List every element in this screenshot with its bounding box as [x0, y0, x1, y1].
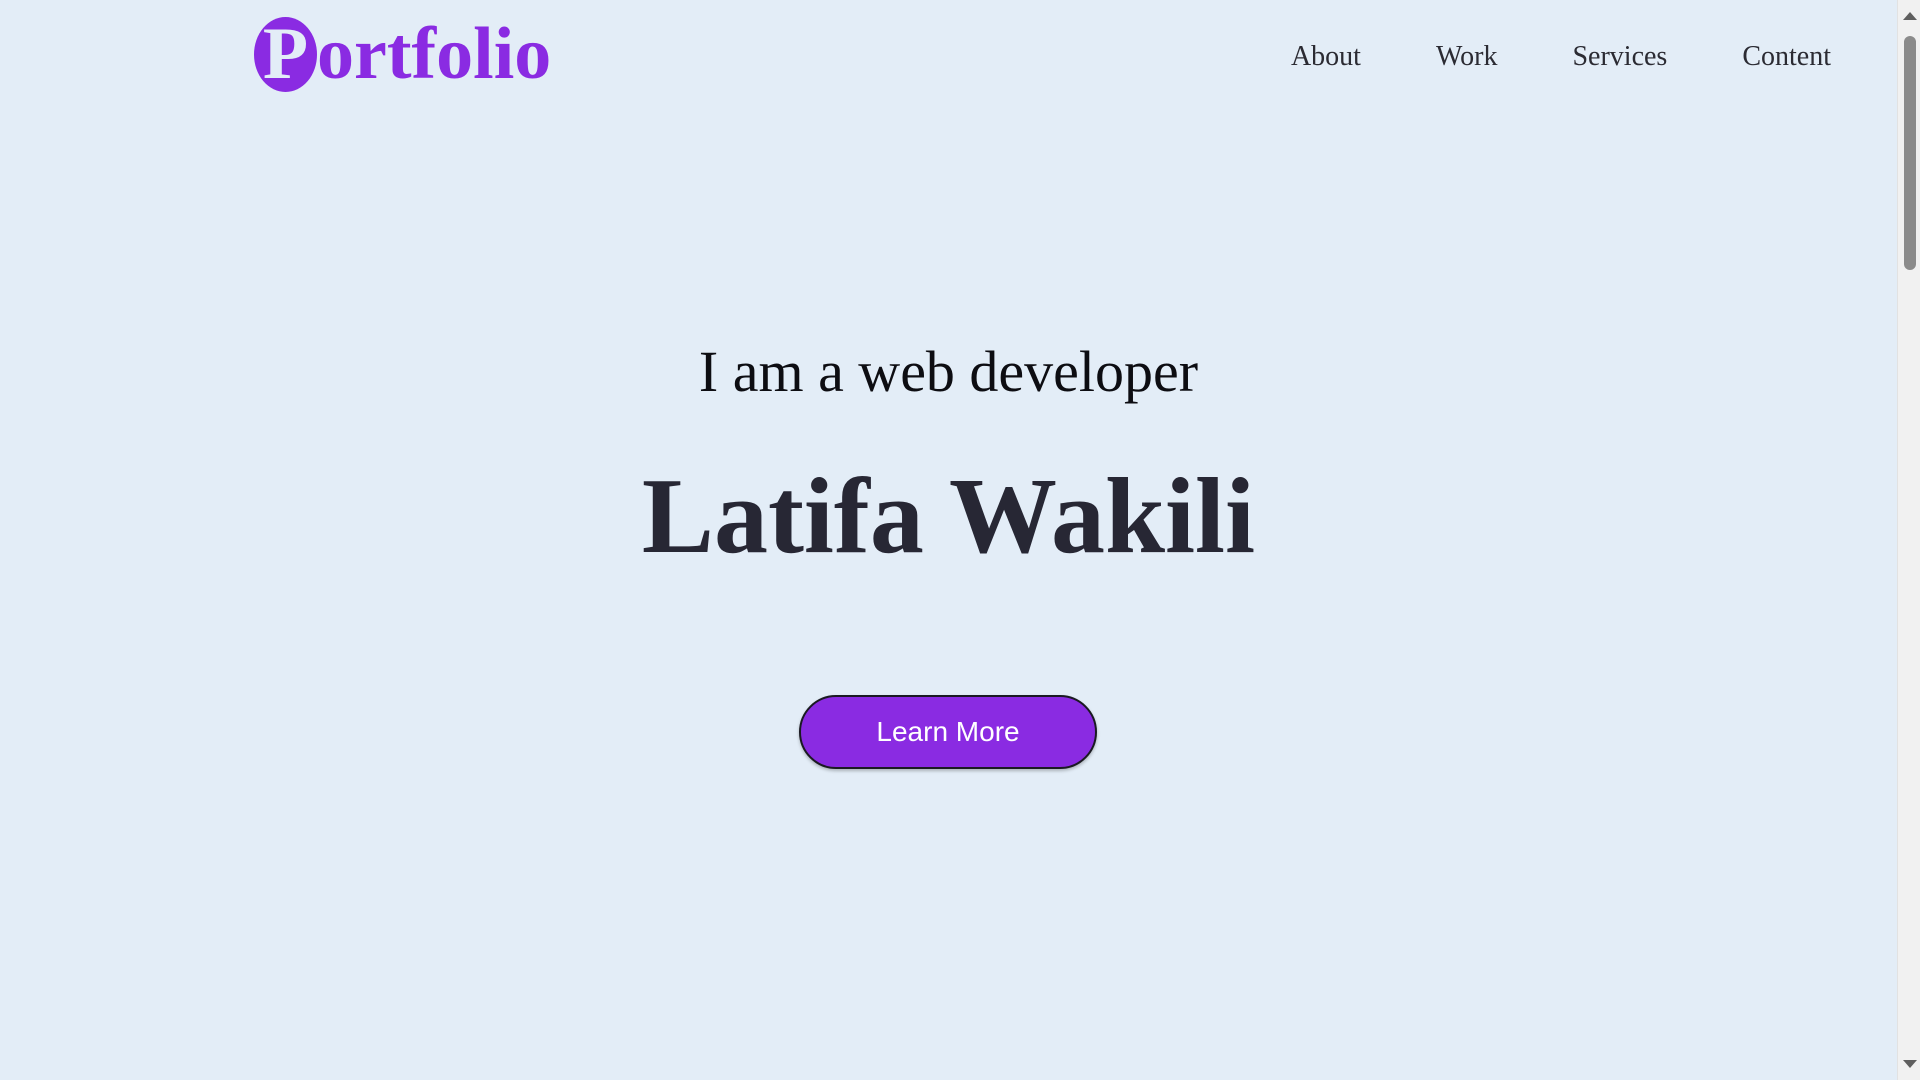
scroll-down-arrow-icon[interactable] — [1903, 1060, 1917, 1068]
scroll-up-arrow-icon[interactable] — [1903, 12, 1917, 20]
hero-subtitle: I am a web developer — [698, 339, 1199, 404]
main-nav: About Work Services Content — [1216, 40, 1831, 74]
logo-text: ortfolio — [317, 13, 552, 95]
learn-more-button[interactable]: Learn More — [799, 695, 1097, 769]
nav-link-services[interactable]: Services — [1572, 40, 1667, 74]
logo-link[interactable]: Portfolio — [254, 14, 551, 94]
nav-link-work[interactable]: Work — [1436, 40, 1498, 74]
nav-link-content[interactable]: Content — [1742, 40, 1831, 74]
nav-link-about[interactable]: About — [1291, 40, 1361, 74]
page: Portfolio About Work Services Content I … — [0, 0, 1920, 1080]
scrollbar-thumb[interactable] — [1904, 36, 1916, 270]
logo-initial: P — [254, 16, 317, 92]
vertical-scrollbar[interactable] — [1897, 0, 1920, 1080]
hero-name: Latifa Wakili — [641, 457, 1256, 576]
